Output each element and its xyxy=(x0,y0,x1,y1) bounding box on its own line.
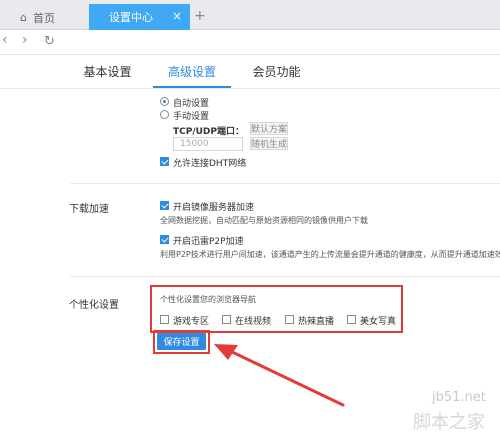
annotation-arrow xyxy=(214,344,345,407)
watermark-url: jb51.net xyxy=(432,390,486,405)
watermark-site-name: 脚本之家 xyxy=(413,412,485,433)
